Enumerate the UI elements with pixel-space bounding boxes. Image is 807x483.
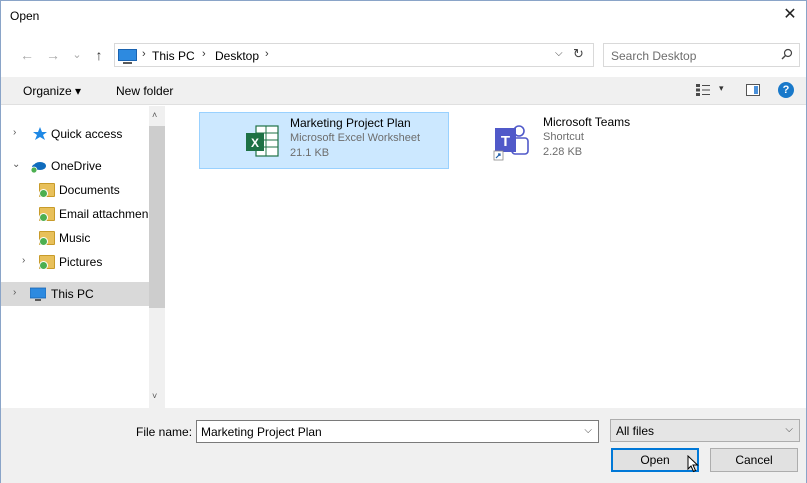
search-input[interactable]: Search Desktop [603,43,800,67]
scrollbar-thumb[interactable] [149,126,165,308]
file-name: Marketing Project Plan [290,116,411,130]
file-size: 21.1 KB [290,147,330,159]
address-history-dropdown-icon[interactable]: ⌵ [555,48,563,59]
mouse-pointer-icon [687,455,699,473]
file-type: Shortcut [543,131,584,143]
scroll-up-icon[interactable]: ˄ [152,110,157,120]
svg-text:T: T [501,133,510,150]
nav-item-pictures[interactable]: › Pictures [1,250,149,274]
back-icon[interactable]: ← [19,46,35,64]
open-button[interactable]: Open [611,448,699,472]
close-icon[interactable]: ✕ [780,5,800,25]
help-icon[interactable]: ? [778,82,794,98]
file-name-label: File name: [136,425,193,439]
breadcrumb-separator[interactable]: › [265,48,269,60]
navigation-pane: › Quick access ⌄ OneDrive Documents Emai… [1,106,165,408]
file-type: Microsoft Excel Worksheet [290,132,421,144]
svg-text:X: X [251,136,259,150]
search-icon[interactable] [781,48,793,60]
collapse-chevron-icon[interactable]: ⌄ [12,159,20,170]
teams-icon: T [493,125,529,161]
preview-pane-icon[interactable] [746,84,760,96]
nav-item-label: This PC [51,287,94,301]
file-name-input[interactable]: Marketing Project Plan ⌵ [196,420,599,443]
file-size: 2.28 KB [543,146,583,158]
dialog-footer: File name: Marketing Project Plan ⌵ All … [1,408,806,483]
file-type-filter-select[interactable]: All files ⌵ [610,419,800,442]
chevron-down-icon[interactable]: ⌵ [785,424,793,435]
expand-chevron-icon[interactable]: › [22,255,25,266]
file-type-filter-value: All files [616,424,655,438]
window-title: Open [10,9,40,23]
file-name-value: Marketing Project Plan [201,425,322,439]
folder-icon [39,207,55,222]
folder-icon [39,255,55,270]
nav-item-music[interactable]: Music [1,226,149,250]
expand-chevron-icon[interactable]: › [13,287,16,298]
file-item-microsoft-teams[interactable]: T Microsoft Teams Shortcut 2.28 KB [490,112,700,169]
address-row: ← → ⌄ ↑ › This PC › Desktop › ⌵ ↻ Search… [1,43,806,69]
search-placeholder: Search Desktop [611,49,697,63]
command-toolbar: Organize ▾ New folder ▾ ? [1,77,806,105]
nav-item-this-pc[interactable]: › This PC [1,282,149,306]
star-icon [33,127,47,140]
nav-item-label: Music [59,231,91,245]
file-item-marketing-project-plan[interactable]: X Marketing Project Plan Microsoft Excel… [199,112,449,169]
new-folder-button[interactable]: New folder [116,84,173,98]
open-file-dialog: Open ✕ ← → ⌄ ↑ › This PC › Desktop › ⌵ ↻… [0,0,807,483]
onedrive-icon [31,162,46,173]
nav-item-email-attachments[interactable]: Email attachmen [1,202,149,226]
nav-item-documents[interactable]: Documents [1,178,149,202]
file-name: Microsoft Teams [543,115,631,129]
nav-item-label: Pictures [59,255,103,269]
nav-item-label: Quick access [51,127,123,141]
forward-icon[interactable]: → [45,46,61,64]
folder-icon [39,183,55,198]
up-folder-icon[interactable]: ↑ [91,46,107,64]
this-pc-icon [118,49,137,64]
folder-icon [39,231,55,246]
nav-item-label: Documents [59,183,120,197]
chevron-down-icon[interactable]: ⌵ [584,425,592,436]
scroll-down-icon[interactable]: ˅ [152,391,157,401]
view-dropdown-icon[interactable]: ▾ [719,83,724,94]
organize-button[interactable]: Organize ▾ [23,84,81,98]
title-bar: Open ✕ [1,1,806,32]
breadcrumb-desktop[interactable]: Desktop [215,49,259,63]
view-options-icon[interactable] [696,84,710,96]
expand-chevron-icon[interactable]: › [13,127,16,138]
breadcrumb-separator: › [142,48,146,60]
nav-scrollbar[interactable]: ˄ ˅ [149,106,165,408]
refresh-icon[interactable]: ↻ [573,46,584,62]
nav-item-quick-access[interactable]: › Quick access [1,122,149,146]
cancel-button[interactable]: Cancel [710,448,798,472]
breadcrumb-separator: › [202,48,206,60]
nav-item-label: OneDrive [51,159,102,173]
nav-item-onedrive[interactable]: ⌄ OneDrive [1,154,149,178]
excel-icon: X [246,125,279,157]
recent-locations-chevron-icon[interactable]: ⌄ [69,46,85,64]
this-pc-icon [30,287,46,301]
file-list: X Marketing Project Plan Microsoft Excel… [165,106,806,408]
breadcrumb-this-pc[interactable]: This PC [152,49,195,63]
nav-item-label: Email attachmen [59,207,149,221]
address-bar[interactable]: › This PC › Desktop › ⌵ ↻ [114,43,594,67]
